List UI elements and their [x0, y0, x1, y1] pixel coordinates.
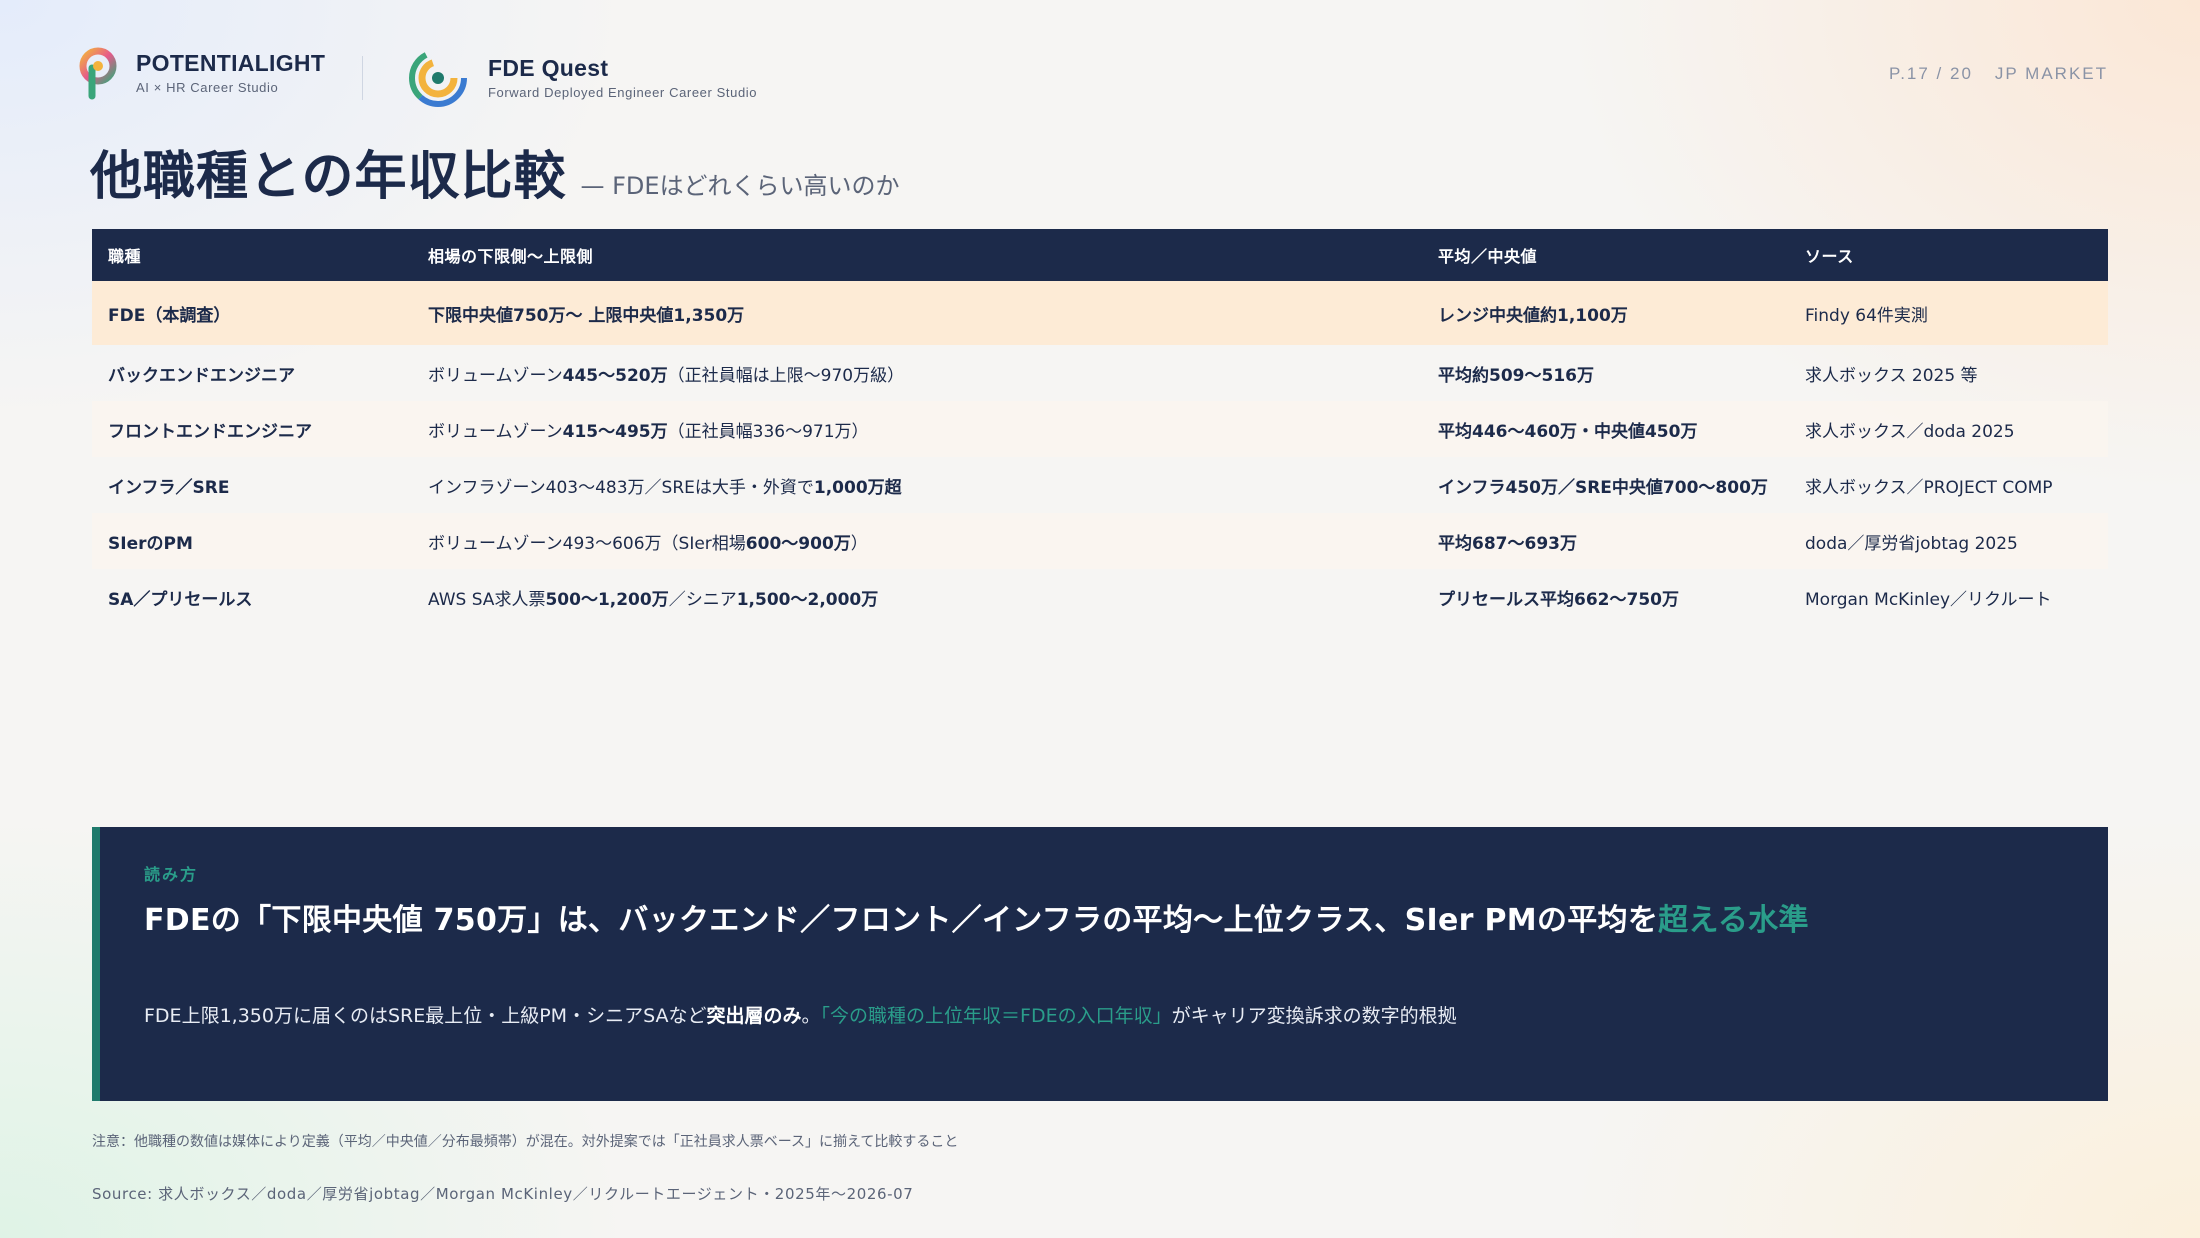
range-part: ボリュームゾーン493〜606万（SIer相場 [428, 533, 746, 554]
table-row: バックエンドエンジニア ボリュームゾーン445〜520万（正社員幅は上限〜970万… [92, 345, 2108, 401]
insight-body-bold: 突出層のみ [706, 1005, 802, 1027]
range-part: （正社員幅336〜971万） [667, 421, 869, 442]
insight-body-text-2: 。 [801, 1005, 821, 1027]
header-divider [362, 56, 363, 100]
insight-box: 読み方 FDEの「下限中央値 750万」は、バックエンド／フロント／インフラの平… [92, 827, 2108, 1101]
cell-role: FDE（本調査） [92, 281, 412, 345]
cell-average: レンジ中央値約1,100万 [1422, 281, 1789, 345]
cell-average: インフラ450万／SRE中央値700〜800万 [1438, 477, 1768, 498]
brand-fde-quest: FDE Quest Forward Deployed Engineer Care… [406, 46, 757, 110]
page-number: P.17 / 20 [1889, 64, 1973, 83]
cell-average: プリセールス平均662〜750万 [1438, 589, 1679, 610]
range-part: AWS SA求人票 [428, 589, 546, 610]
header-source: ソース [1789, 229, 2108, 281]
potentialight-logo-icon [79, 47, 117, 100]
page-subtitle: — FDEはどれくらい高いのか [580, 172, 900, 200]
range-part: 下限中央値750万〜 上限中央値1,350万 [428, 305, 745, 326]
page-title: 他職種との年収比較 [90, 147, 567, 207]
range-part: 1,500〜2,000万 [736, 589, 879, 610]
cell-source: Findy 64件実測 [1789, 281, 2108, 345]
cell-source: 求人ボックス／PROJECT COMP [1805, 477, 2053, 498]
cell-range: ボリュームゾーン493〜606万（SIer相場600〜900万） [412, 513, 1422, 569]
insight-headline-highlight: 超える水準 [1658, 903, 1809, 938]
brand2-subtitle: Forward Deployed Engineer Career Studio [488, 85, 758, 100]
cell-average: 平均687〜693万 [1422, 513, 1789, 569]
brand1-subtitle: AI × HR Career Studio [136, 80, 279, 95]
cell-source: Morgan McKinley／リクルート [1805, 589, 2052, 610]
fde-quest-logo-icon [409, 49, 467, 107]
insight-headline: FDEの「下限中央値 750万」は、バックエンド／フロント／インフラの平均〜上位… [144, 895, 1809, 939]
range-part: ／シニア [668, 589, 737, 610]
range-part: 1,000万超 [813, 477, 902, 498]
header-role: 職種 [92, 229, 412, 281]
cell-role: フロントエンドエンジニア [92, 401, 412, 457]
range-part: 600〜900万 [745, 533, 851, 554]
range-part: 415〜495万 [562, 421, 668, 442]
insight-body-text-1: FDE上限1,350万に届くのはSRE最上位・上級PM・シニアSAなど [144, 1005, 707, 1027]
table-row: インフラ／SRE インフラゾーン403〜483万／SREは大手・外資で1,000万… [92, 457, 2108, 513]
table-row: SA／プリセールス AWS SA求人票500〜1,200万／シニア1,500〜2,… [92, 569, 2108, 625]
insight-body-text-3: がキャリア変換訴求の数字的根拠 [1171, 1005, 1457, 1027]
range-part: ボリュームゾーン [428, 365, 563, 386]
header: POTENTIALIGHT AI × HR Career Studio FDE … [72, 46, 2108, 110]
range-part: ） [850, 533, 868, 554]
insight-body: FDE上限1,350万に届くのはSRE最上位・上級PM・シニアSAなど突出層のみ… [144, 1001, 1457, 1028]
title-row: 他職種との年収比較 — FDEはどれくらい高いのか [90, 134, 900, 209]
brand1-title: POTENTIALIGHT [136, 50, 326, 76]
cell-range: インフラゾーン403〜483万／SREは大手・外資で1,000万超 [412, 457, 1422, 513]
brand-potentialight: POTENTIALIGHT AI × HR Career Studio [72, 46, 325, 100]
brand2-title: FDE Quest [488, 55, 609, 81]
source-line: Source: 求人ボックス／doda／厚労省jobtag／Morgan McK… [92, 1185, 914, 1203]
cell-role: バックエンドエンジニア [108, 365, 295, 386]
footnote: 注意：他職種の数値は媒体により定義（平均／中央値／分布最頻帯）が混在。対外提案で… [92, 1134, 959, 1150]
cell-source: 求人ボックス／doda 2025 [1789, 401, 2108, 457]
cell-average: 平均446〜460万・中央値450万 [1422, 401, 1789, 457]
cell-role: インフラ／SRE [108, 477, 230, 498]
table-row: SIerのPM ボリュームゾーン493〜606万（SIer相場600〜900万）平… [92, 513, 2108, 569]
cell-source: doda／厚労省jobtag 2025 [1789, 513, 2108, 569]
header-average: 平均／中央値 [1422, 229, 1789, 281]
cell-range: ボリュームゾーン445〜520万（正社員幅は上限〜970万級） [412, 345, 1422, 401]
table-row-fde: FDE（本調査） 下限中央値750万〜 上限中央値1,350万 レンジ中央値約1,1… [92, 281, 2108, 345]
range-part: インフラゾーン403〜483万／SREは大手・外資で [428, 477, 814, 498]
range-part: 445〜520万 [562, 365, 668, 386]
cell-role: SA／プリセールス [108, 589, 253, 610]
range-part: （正社員幅は上限〜970万級） [667, 365, 905, 386]
cell-source: 求人ボックス 2025 等 [1805, 365, 1978, 386]
table-header-row: 職種 相場の下限側〜上限側 平均／中央値 ソース [92, 229, 2108, 281]
salary-comparison-table: 職種 相場の下限側〜上限側 平均／中央値 ソース FDE（本調査） 下限中央値75… [92, 229, 2108, 625]
insight-headline-main: FDEの「下限中央値 750万」は、バックエンド／フロント／インフラの平均〜上位… [144, 903, 1659, 938]
cell-range: AWS SA求人票500〜1,200万／シニア1,500〜2,000万 [412, 569, 1422, 625]
insight-body-green: 「今の職種の上位年収＝FDEの入口年収」 [820, 1005, 1172, 1027]
range-part: 500〜1,200万 [545, 589, 669, 610]
table-row: フロントエンドエンジニア ボリュームゾーン415〜495万（正社員幅336〜971… [92, 401, 2108, 457]
cell-range: 下限中央値750万〜 上限中央値1,350万 [412, 281, 1422, 345]
cell-range: ボリュームゾーン415〜495万（正社員幅336〜971万） [412, 401, 1422, 457]
table-body: FDE（本調査） 下限中央値750万〜 上限中央値1,350万 レンジ中央値約1,1… [92, 281, 2108, 625]
section-label: JP MARKET [1994, 64, 2108, 83]
range-part: ボリュームゾーン [428, 421, 563, 442]
cell-role: SIerのPM [92, 513, 412, 569]
header-range: 相場の下限側〜上限側 [412, 229, 1422, 281]
insight-label: 読み方 [144, 865, 199, 884]
page-info: P.17 / 20 JP MARKET [1889, 64, 2108, 84]
cell-average: 平均約509〜516万 [1438, 365, 1594, 386]
